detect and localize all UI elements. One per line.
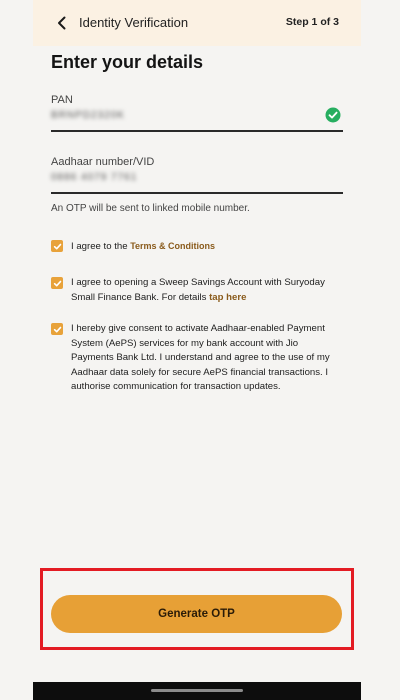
checkmark-icon [53,326,61,332]
aadhaar-input[interactable]: 0886 4079 7761 [51,172,331,183]
sweep-account-checkbox[interactable] [51,277,63,289]
aeps-consent-checkbox[interactable] [51,323,63,335]
otp-note: An OTP will be sent to linked mobile num… [51,203,250,214]
check-circle-icon [325,107,341,123]
consent-sweep-row: I agree to opening a Sweep Savings Accou… [51,276,343,305]
step-indicator: Step 1 of 3 [285,16,339,28]
aadhaar-label: Aadhaar number/VID [51,156,155,168]
app-header: Identity Verification Step 1 of 3 [33,0,361,46]
terms-consent-label: I agree to the [71,241,131,252]
back-button[interactable] [53,14,71,32]
pan-underline [51,130,343,132]
sweep-consent-text: I agree to opening a Sweep Savings Accou… [71,276,343,305]
home-indicator[interactable] [151,689,243,692]
consent-terms-row: I agree to the Terms & Conditions [51,239,343,255]
aadhaar-underline [51,192,343,194]
header-title: Identity Verification [79,15,189,30]
generate-otp-button[interactable]: Generate OTP [51,595,342,633]
chevron-left-icon [58,16,66,30]
system-nav-bar [33,682,361,700]
sweep-consent-label: I agree to opening a Sweep Savings Accou… [71,277,325,303]
screen: Identity Verification Step 1 of 3 Enter … [0,0,400,700]
checkmark-icon [53,243,61,249]
terms-conditions-link[interactable]: Terms & Conditions [130,241,215,251]
tap-here-link[interactable]: tap here [209,292,246,303]
checkmark-icon [53,280,61,286]
consent-aeps-row: I hereby give consent to activate Aadhaa… [51,322,343,395]
terms-consent-text: I agree to the Terms & Conditions [71,239,215,255]
pan-input[interactable]: BRNPD2320K [51,110,331,121]
terms-checkbox[interactable] [51,240,63,252]
aeps-consent-text: I hereby give consent to activate Aadhaa… [71,323,330,392]
pan-label: PAN [51,94,73,106]
page-title: Enter your details [51,52,204,72]
